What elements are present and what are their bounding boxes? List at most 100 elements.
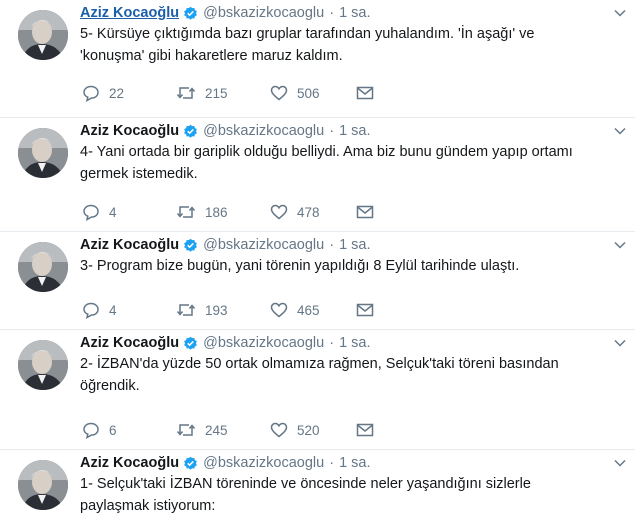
avatar[interactable] xyxy=(18,128,68,178)
avatar[interactable] xyxy=(18,340,68,390)
heart-icon xyxy=(270,422,288,438)
reply-icon xyxy=(83,204,99,221)
reply-button[interactable]: 6 xyxy=(82,421,176,439)
like-count: 506 xyxy=(297,85,320,101)
tweet[interactable]: Aziz Kocaoğlu @bskazizkocaoglu · 1 sa. 3… xyxy=(0,232,635,330)
author-handle[interactable]: @bskazizkocaoglu xyxy=(203,5,324,21)
like-count: 465 xyxy=(297,302,320,318)
reply-button[interactable]: 4 xyxy=(82,301,176,319)
retweet-count: 245 xyxy=(205,422,228,438)
like-count: 478 xyxy=(297,204,320,220)
separator-dot: · xyxy=(329,237,335,253)
reply-button[interactable]: 22 xyxy=(82,84,176,102)
tweet[interactable]: Aziz Kocaoğlu @bskazizkocaoglu · 1 sa. 4… xyxy=(0,118,635,232)
verified-badge-icon xyxy=(184,238,197,252)
reply-icon xyxy=(83,422,99,439)
heart-icon xyxy=(270,85,288,101)
tweet-text: 3- Program bize bugün, yani törenin yapı… xyxy=(80,258,520,274)
tweet-actions: 4 193 465 xyxy=(82,300,386,320)
tweet-timestamp[interactable]: 1 sa. xyxy=(339,335,370,351)
tweet-text: 5- Kürsüye çıktığımda bazı gruplar taraf… xyxy=(80,26,535,64)
direct-message-button[interactable] xyxy=(356,85,386,101)
retweet-button[interactable]: 193 xyxy=(176,301,270,319)
reply-count: 6 xyxy=(109,422,117,438)
reply-icon xyxy=(83,85,99,102)
author-handle[interactable]: @bskazizkocaoglu xyxy=(203,335,324,351)
tweet-header: Aziz Kocaoğlu @bskazizkocaoglu · 1 sa. xyxy=(80,234,371,256)
envelope-icon xyxy=(356,86,374,100)
retweet-icon xyxy=(176,206,196,218)
avatar-image xyxy=(18,460,68,510)
tweet-text: 1- Selçuk'taki İZBAN töreninde ve öncesi… xyxy=(80,476,531,514)
chevron-down-icon[interactable] xyxy=(613,238,627,252)
tweet[interactable]: Aziz Kocaoğlu @bskazizkocaoglu · 1 sa. 2… xyxy=(0,330,635,450)
retweet-count: 186 xyxy=(205,204,228,220)
tweet[interactable]: Aziz Kocaoğlu @bskazizkocaoglu · 1 sa. 1… xyxy=(0,450,635,525)
retweet-button[interactable]: 245 xyxy=(176,421,270,439)
author-name[interactable]: Aziz Kocaoğlu xyxy=(80,455,179,471)
tweet-timestamp[interactable]: 1 sa. xyxy=(339,123,370,139)
verified-badge-icon xyxy=(184,456,197,470)
direct-message-button[interactable] xyxy=(356,204,386,220)
chevron-down-icon[interactable] xyxy=(613,6,627,20)
tweet-timestamp[interactable]: 1 sa. xyxy=(339,5,370,21)
like-count: 520 xyxy=(297,422,320,438)
retweet-count: 215 xyxy=(205,85,228,101)
chevron-down-icon[interactable] xyxy=(613,124,627,138)
author-handle[interactable]: @bskazizkocaoglu xyxy=(203,455,324,471)
tweet-text: 2- İZBAN'da yüzde 50 ortak olmamıza rağm… xyxy=(80,356,559,394)
retweet-button[interactable]: 215 xyxy=(176,84,270,102)
author-name[interactable]: Aziz Kocaoğlu xyxy=(80,237,179,253)
verified-badge-icon xyxy=(184,124,197,138)
tweet-header: Aziz Kocaoğlu @bskazizkocaoglu · 1 sa. xyxy=(80,452,371,474)
retweet-icon xyxy=(176,424,196,436)
retweet-icon xyxy=(176,87,196,99)
direct-message-button[interactable] xyxy=(356,422,386,438)
avatar-image xyxy=(18,242,68,292)
tweet-header: Aziz Kocaoğlu @bskazizkocaoglu · 1 sa. xyxy=(80,332,371,354)
avatar[interactable] xyxy=(18,460,68,510)
envelope-icon xyxy=(356,205,374,219)
tweet-timestamp[interactable]: 1 sa. xyxy=(339,237,370,253)
tweet-actions: 22 215 506 xyxy=(82,83,386,103)
tweet-header: Aziz Kocaoğlu @bskazizkocaoglu · 1 sa. xyxy=(80,120,371,142)
retweet-button[interactable]: 186 xyxy=(176,203,270,221)
avatar-image xyxy=(18,128,68,178)
verified-badge-icon xyxy=(184,336,197,350)
reply-icon xyxy=(83,302,99,319)
reply-count: 4 xyxy=(109,204,117,220)
author-handle[interactable]: @bskazizkocaoglu xyxy=(203,237,324,253)
like-button[interactable]: 506 xyxy=(270,84,356,102)
reply-button[interactable]: 4 xyxy=(82,203,176,221)
avatar[interactable] xyxy=(18,242,68,292)
author-name[interactable]: Aziz Kocaoğlu xyxy=(80,123,179,139)
heart-icon xyxy=(270,302,288,318)
tweet[interactable]: Aziz Kocaoğlu @bskazizkocaoglu · 1 sa. 5… xyxy=(0,0,635,118)
separator-dot: · xyxy=(329,455,335,471)
reply-count: 4 xyxy=(109,302,117,318)
reply-count: 22 xyxy=(109,85,125,101)
avatar[interactable] xyxy=(18,10,68,60)
retweet-icon xyxy=(176,304,196,316)
author-handle[interactable]: @bskazizkocaoglu xyxy=(203,123,324,139)
avatar-image xyxy=(18,10,68,60)
retweet-count: 193 xyxy=(205,302,228,318)
tweet-timeline: Aziz Kocaoğlu @bskazizkocaoglu · 1 sa. 5… xyxy=(0,0,635,525)
like-button[interactable]: 465 xyxy=(270,301,356,319)
tweet-actions: 4 186 478 xyxy=(82,202,386,222)
like-button[interactable]: 478 xyxy=(270,203,356,221)
like-button[interactable]: 520 xyxy=(270,421,356,439)
tweet-header: Aziz Kocaoğlu @bskazizkocaoglu · 1 sa. xyxy=(80,2,371,24)
chevron-down-icon[interactable] xyxy=(613,456,627,470)
direct-message-button[interactable] xyxy=(356,302,386,318)
tweet-timestamp[interactable]: 1 sa. xyxy=(339,455,370,471)
separator-dot: · xyxy=(329,5,335,21)
author-name[interactable]: Aziz Kocaoğlu xyxy=(80,335,179,351)
author-name[interactable]: Aziz Kocaoğlu xyxy=(80,5,179,21)
envelope-icon xyxy=(356,423,374,437)
separator-dot: · xyxy=(329,123,335,139)
avatar-image xyxy=(18,340,68,390)
tweet-text: 4- Yani ortada bir gariplik olduğu belli… xyxy=(80,144,573,182)
chevron-down-icon[interactable] xyxy=(613,336,627,350)
heart-icon xyxy=(270,204,288,220)
